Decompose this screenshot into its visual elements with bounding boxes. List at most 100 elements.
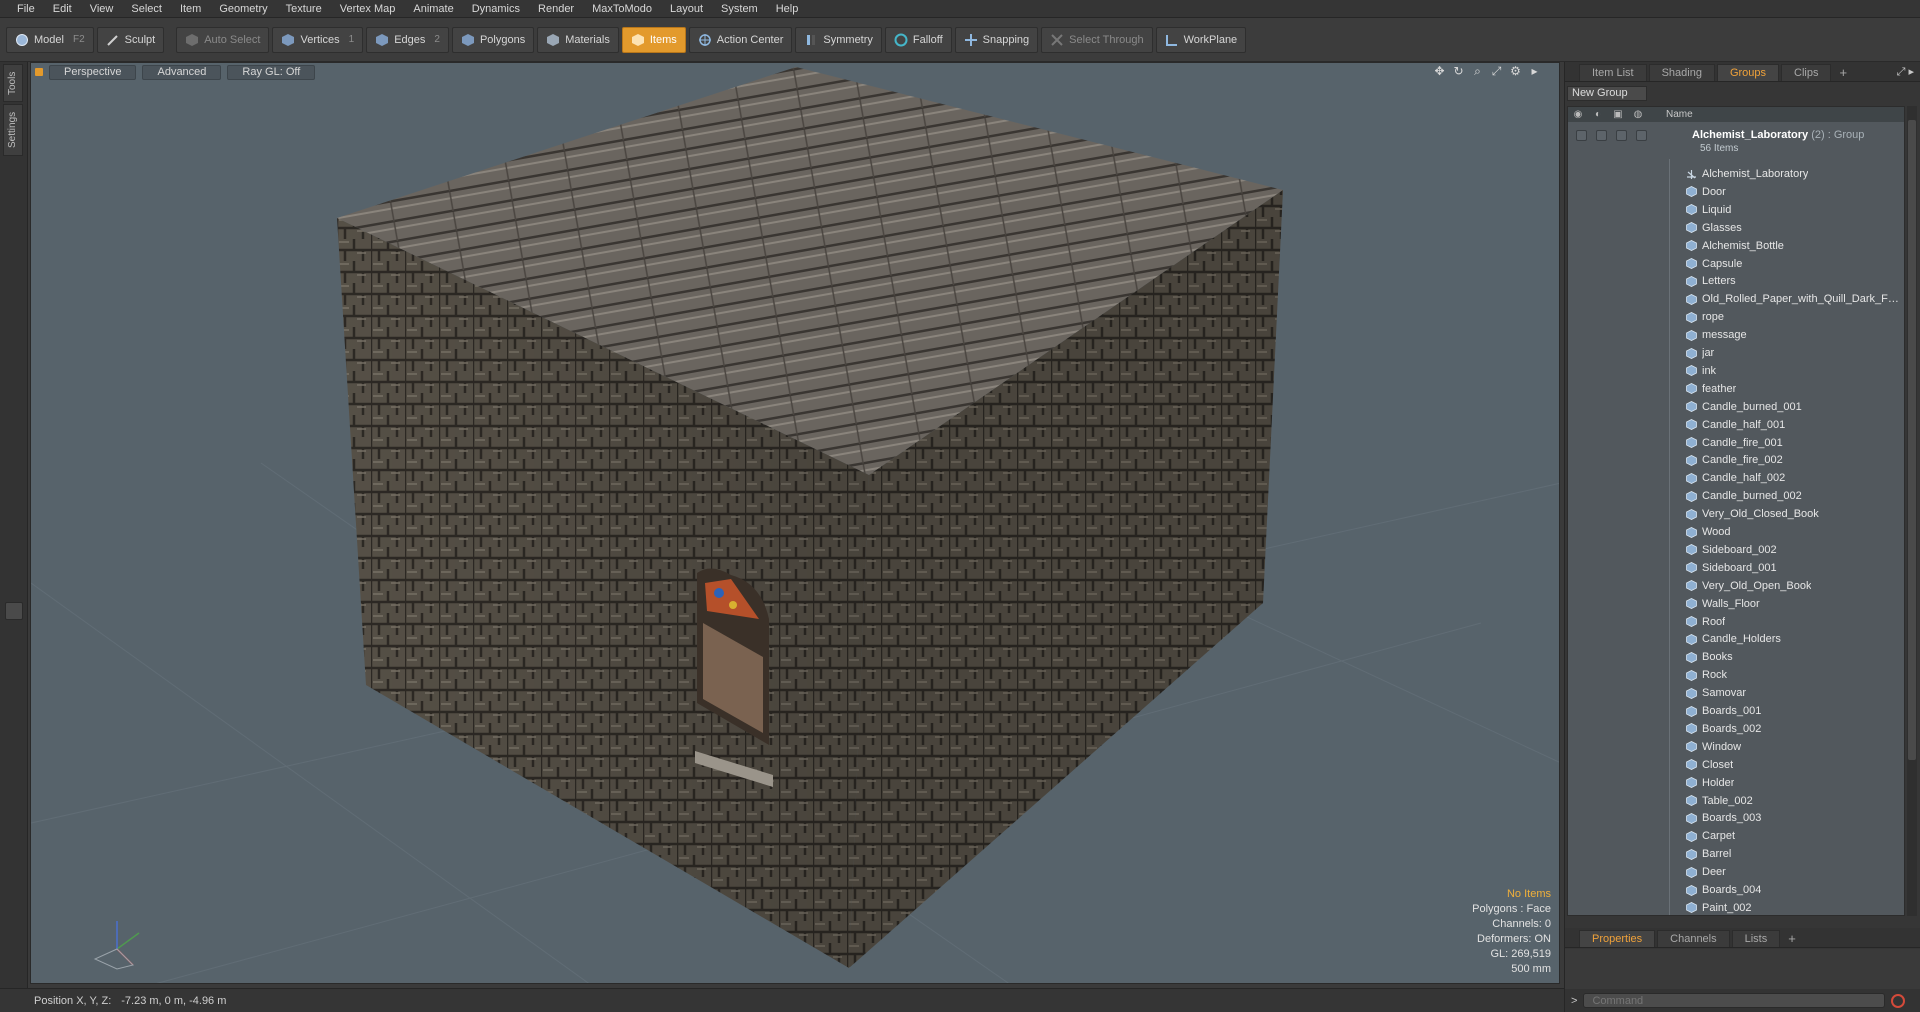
list-item[interactable]: Table_002 [1568,792,1904,810]
chevron-right-icon[interactable]: ▸ [1528,65,1541,78]
list-item[interactable]: jar [1568,344,1904,362]
menu-view[interactable]: View [81,0,123,18]
materials-mode-button[interactable]: Materials [537,26,619,53]
action-center-button[interactable]: Action Center [688,26,793,53]
tab-clips[interactable]: Clips [1781,64,1832,81]
maximize-icon[interactable]: ⤢ [1490,65,1503,78]
select-icon[interactable]: ◍ [1628,109,1648,120]
list-item[interactable]: Glasses [1568,219,1904,237]
strip-toggle-button[interactable] [5,602,23,620]
add-tab-icon[interactable]: + [1833,64,1853,81]
list-item[interactable]: Paint_002 [1568,899,1904,915]
select-through-button[interactable]: Select Through [1041,26,1153,53]
list-item[interactable]: Samovar [1568,684,1904,702]
list-item[interactable]: Rock [1568,666,1904,684]
tab-lists[interactable]: Lists [1731,930,1781,947]
falloff-button[interactable]: Falloff [884,26,952,53]
list-item[interactable]: Candle_burned_002 [1568,487,1904,505]
snapping-button[interactable]: Snapping [954,26,1039,53]
menu-help[interactable]: Help [767,0,808,18]
record-icon[interactable] [1891,993,1906,1008]
auto-select-button[interactable]: Auto Select [176,26,270,53]
list-item[interactable]: Alchemist_Bottle [1568,237,1904,255]
list-item[interactable]: Roof [1568,613,1904,631]
workplane-button[interactable]: WorkPlane [1155,26,1247,53]
list-item[interactable]: rope [1568,308,1904,326]
tab-channels[interactable]: Channels [1657,930,1730,947]
raygl-toggle[interactable]: Ray GL: Off [227,64,316,80]
list-item[interactable]: Window [1568,738,1904,756]
lock-icon[interactable]: ▣ [1608,109,1628,120]
list-item[interactable]: ink [1568,362,1904,380]
zoom-icon[interactable]: ⌕ [1471,65,1484,78]
rotate-icon[interactable]: ↻ [1452,65,1465,78]
list-item[interactable]: Alchemist_Laboratory [1568,165,1904,183]
vertices-mode-button[interactable]: Vertices 1 [272,26,364,53]
list-item[interactable]: Boards_003 [1568,809,1904,827]
menu-item[interactable]: Item [171,0,210,18]
render-toggle[interactable] [1596,130,1607,141]
list-item[interactable]: Old_Rolled_Paper_with_Quill_Dark_Fe... [1568,290,1904,308]
list-item[interactable]: Boards_002 [1568,720,1904,738]
list-item[interactable]: Deer [1568,863,1904,881]
list-item[interactable]: Wood [1568,523,1904,541]
edges-mode-button[interactable]: Edges 2 [366,26,449,53]
pan-icon[interactable]: ✥ [1433,65,1446,78]
list-item[interactable]: Very_Old_Open_Book [1568,577,1904,595]
polygons-mode-button[interactable]: Polygons [451,26,535,53]
group-row[interactable]: Alchemist_Laboratory (2) : Group 56 Item… [1568,125,1904,159]
select-toggle[interactable] [1636,130,1647,141]
list-scrollbar[interactable] [1907,106,1917,916]
gear-icon[interactable]: ⚙ [1509,65,1522,78]
list-item[interactable]: feather [1568,380,1904,398]
menu-file[interactable]: File [8,0,44,18]
sculpt-mode-button[interactable]: Sculpt [96,26,165,53]
list-item[interactable]: Holder [1568,774,1904,792]
view-type-dropdown[interactable]: Perspective [49,64,137,80]
symmetry-button[interactable]: Symmetry [795,26,882,53]
3d-viewport[interactable]: Perspective Advanced Ray GL: Off ✥ ↻ ⌕ ⤢… [30,62,1560,984]
render-icon[interactable]: ◐ [1588,109,1608,120]
list-item[interactable]: Boards_001 [1568,702,1904,720]
list-item[interactable]: Candle_half_001 [1568,416,1904,434]
menu-system[interactable]: System [712,0,767,18]
list-item[interactable]: Candle_half_002 [1568,469,1904,487]
items-mode-button[interactable]: Items [621,26,686,53]
model-mode-button[interactable]: Model F2 [6,26,94,53]
tab-groups[interactable]: Groups [1716,64,1780,81]
menu-vertex-map[interactable]: Vertex Map [331,0,405,18]
menu-edit[interactable]: Edit [44,0,81,18]
list-item[interactable]: Carpet [1568,827,1904,845]
tab-properties[interactable]: Properties [1579,930,1656,947]
list-item[interactable]: Letters [1568,272,1904,290]
shading-mode-dropdown[interactable]: Advanced [142,64,222,80]
list-item[interactable]: Door [1568,183,1904,201]
viewport-menu-dot[interactable] [35,68,43,76]
list-item[interactable]: Closet [1568,756,1904,774]
list-item[interactable]: Very_Old_Closed_Book [1568,505,1904,523]
menu-texture[interactable]: Texture [277,0,331,18]
tab-shading[interactable]: Shading [1648,64,1715,81]
lock-toggle[interactable] [1616,130,1627,141]
list-item[interactable]: Candle_fire_002 [1568,451,1904,469]
menu-select[interactable]: Select [122,0,171,18]
list-item[interactable]: Boards_004 [1568,881,1904,899]
add-bottom-tab-icon[interactable]: + [1782,930,1802,947]
list-item[interactable]: Capsule [1568,255,1904,273]
menu-render[interactable]: Render [529,0,583,18]
menu-animate[interactable]: Animate [404,0,462,18]
list-item[interactable]: message [1568,326,1904,344]
settings-tab[interactable]: Settings [3,104,23,156]
list-item[interactable]: Books [1568,648,1904,666]
command-input[interactable] [1583,993,1886,1008]
menu-dynamics[interactable]: Dynamics [463,0,529,18]
scene-render[interactable] [31,63,1560,984]
list-item[interactable]: Sideboard_001 [1568,559,1904,577]
eye-icon[interactable]: ◉ [1568,109,1588,120]
list-item[interactable]: Sideboard_002 [1568,541,1904,559]
new-group-button[interactable]: New Group [1567,86,1647,101]
list-item[interactable]: Candle_burned_001 [1568,398,1904,416]
menu-layout[interactable]: Layout [661,0,712,18]
visibility-toggle[interactable] [1576,130,1587,141]
list-item[interactable]: Barrel [1568,845,1904,863]
